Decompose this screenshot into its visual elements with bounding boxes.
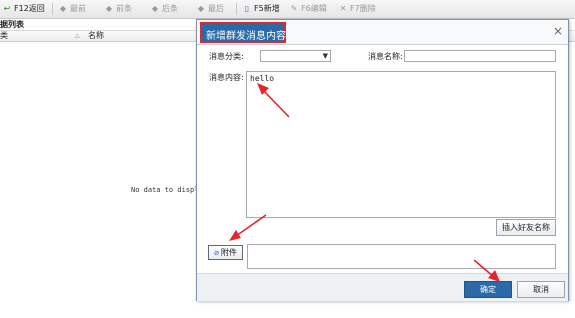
cancel-button[interactable]: 取消 [517, 281, 565, 298]
toolbar: ↩ F12返回 ◆ 最前 ◆ 前条 ◆ 后条 ◆ 最后 ▯ F5新增 ✎ F6编辑 ✕ F7删除 [0, 0, 575, 19]
toolbar-last-button[interactable]: ◆ 最后 [196, 3, 224, 15]
next-icon: ◆ [151, 4, 159, 13]
category-select[interactable]: ▼ [260, 50, 331, 62]
edit-icon: ✎ [290, 4, 298, 13]
new-message-dialog: 新增群发消息内容 × 消息分类: ▼ 消息名称: 消息内容: hello 插入好… [196, 19, 569, 301]
insert-friend-name-button[interactable]: 插入好友名称 [496, 219, 556, 236]
column-header-category[interactable]: 类 [0, 31, 8, 41]
attachment-area[interactable] [247, 244, 556, 269]
category-label: 消息分类: [209, 52, 244, 61]
last-icon: ◆ [197, 4, 205, 13]
attachment-button[interactable]: ⌀ 附件 [208, 245, 243, 260]
content-text: hello [250, 74, 275, 83]
toolbar-edit-button[interactable]: ✎ F6编辑 [289, 3, 327, 15]
name-input[interactable] [404, 50, 556, 62]
content-label: 消息内容: [209, 73, 244, 82]
column-header-name[interactable]: 名称 [88, 31, 104, 41]
toolbar-return-button[interactable]: ↩ F12返回 [2, 3, 45, 15]
prev-icon: ◆ [105, 4, 113, 13]
new-doc-icon: ▯ [244, 4, 250, 13]
first-icon: ◆ [59, 4, 67, 13]
name-label: 消息名称: [368, 52, 403, 61]
toolbar-separator [52, 3, 53, 15]
toolbar-delete-button[interactable]: ✕ F7删除 [338, 3, 376, 15]
dialog-title: 新增群发消息内容 [206, 31, 286, 42]
dialog-header: 新增群发消息内容 × [197, 20, 568, 45]
toolbar-separator [236, 3, 237, 15]
chevron-down-icon: ▼ [322, 52, 328, 60]
dialog-title-highlight: 新增群发消息内容 [200, 22, 286, 43]
content-textarea[interactable]: hello [246, 71, 556, 218]
return-icon: ↩ [3, 4, 11, 13]
toolbar-prev-button[interactable]: ◆ 前条 [104, 3, 132, 15]
ok-button[interactable]: 确定 [464, 281, 512, 298]
toolbar-new-button[interactable]: ▯ F5新增 [242, 3, 280, 15]
delete-icon: ✕ [339, 4, 347, 13]
dialog-footer: 确定 取消 [197, 273, 568, 301]
attachment-button-label: 附件 [220, 248, 237, 257]
paperclip-icon: ⌀ [214, 248, 219, 257]
toolbar-next-button[interactable]: ◆ 后条 [150, 3, 178, 15]
toolbar-first-button[interactable]: ◆ 最前 [58, 3, 86, 15]
close-icon[interactable]: × [553, 24, 563, 38]
sort-icon: △ [75, 32, 80, 39]
